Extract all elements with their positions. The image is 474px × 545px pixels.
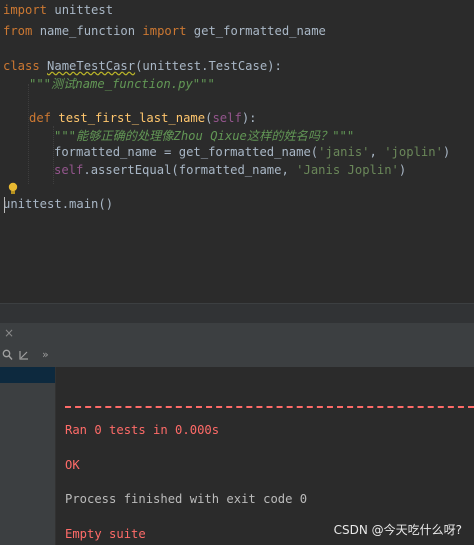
run-tab-bar: × xyxy=(0,323,474,345)
exit-code-text: Process finished with exit code 0 xyxy=(65,492,308,506)
chevron-more-icon[interactable]: » xyxy=(42,348,49,361)
test-results-tree xyxy=(0,367,56,545)
code-line-12: unittest.main() xyxy=(3,197,114,211)
selected-tree-row[interactable] xyxy=(0,367,55,383)
ok-text: OK xyxy=(65,458,80,472)
code-line-10: self.assertEqual(formatted_name, 'Janis … xyxy=(54,163,407,177)
empty-suite-text: Empty suite xyxy=(65,527,146,541)
run-toolbar: » xyxy=(0,345,474,368)
search-tests-icon[interactable] xyxy=(2,349,13,361)
watermark: CSDN @今天吃什么呀? xyxy=(333,523,462,537)
code-line-1: import unittest xyxy=(3,3,114,17)
collapse-icon[interactable] xyxy=(18,349,29,361)
text-cursor xyxy=(4,197,5,213)
panel-splitter[interactable] xyxy=(0,303,474,324)
code-editor[interactable]: import unittest from name_function impor… xyxy=(0,0,474,303)
separator-line xyxy=(65,406,474,408)
console-output: Ran 0 tests in 0.000s OK Process finishe… xyxy=(56,367,474,545)
indent-guide xyxy=(28,84,29,184)
code-line-5: """测试name_function.py""" xyxy=(29,77,215,91)
tests-ran-text: Ran 0 tests in 0.000s xyxy=(65,423,220,437)
close-icon[interactable]: × xyxy=(4,326,14,340)
code-line-2: from name_function import get_formatted_… xyxy=(3,24,326,38)
